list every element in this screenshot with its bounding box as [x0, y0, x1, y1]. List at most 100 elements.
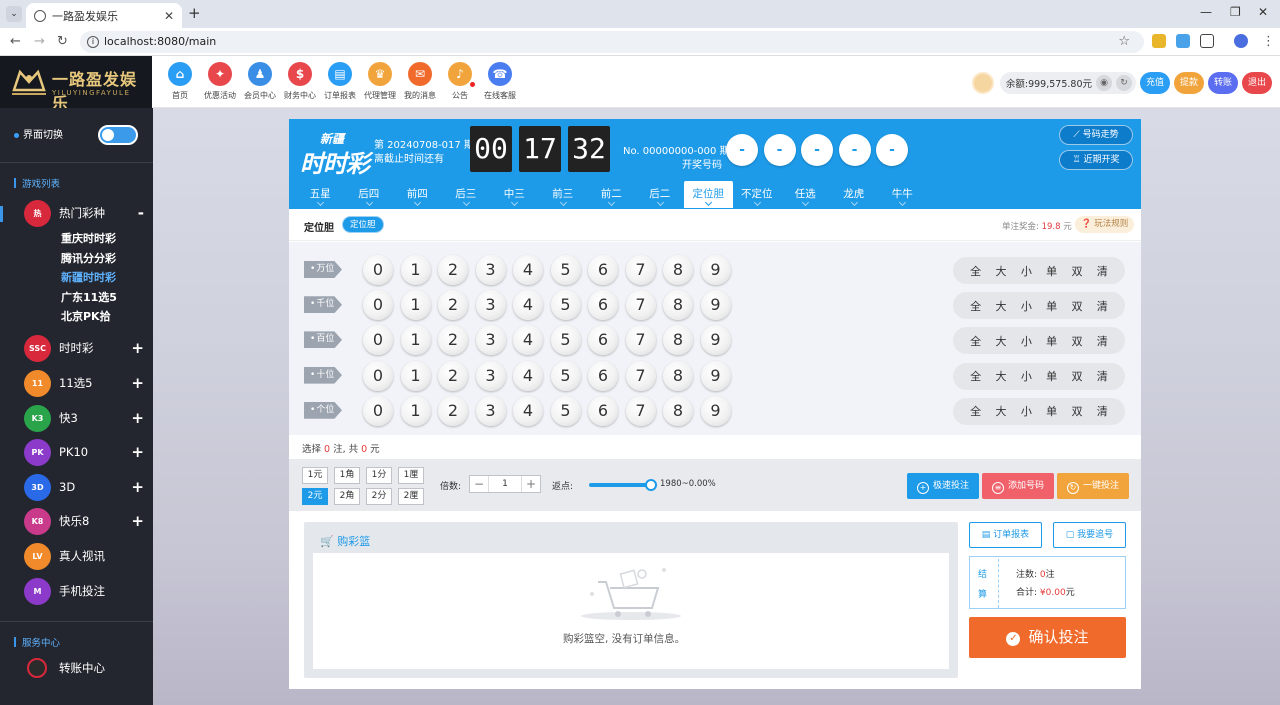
avatar[interactable]: [971, 72, 994, 94]
number-ball[interactable]: 3: [475, 360, 506, 391]
nav-item[interactable]: ✦ 优惠活动: [200, 62, 240, 106]
number-ball[interactable]: 3: [475, 255, 506, 285]
close-window-icon[interactable]: ✕: [1258, 5, 1268, 19]
quick-select-button[interactable]: 大: [995, 403, 1006, 419]
quick-select-button[interactable]: 单: [1046, 298, 1057, 314]
quick-select-button[interactable]: 大: [995, 333, 1006, 349]
play-tab[interactable]: 不定位: [733, 181, 782, 208]
number-ball[interactable]: 4: [513, 395, 543, 426]
number-ball[interactable]: 6: [588, 395, 618, 426]
number-ball[interactable]: 9: [700, 290, 731, 321]
bookmark-star-icon[interactable]: ☆: [1118, 31, 1130, 53]
number-ball[interactable]: 0: [363, 255, 393, 285]
number-ball[interactable]: 7: [625, 325, 656, 356]
number-ball[interactable]: 8: [663, 395, 693, 426]
reload-icon[interactable]: ↻: [57, 34, 68, 49]
rules-button[interactable]: ❓ 玩法规则: [1075, 216, 1135, 233]
expand-toggle[interactable]: +: [131, 339, 144, 357]
number-ball[interactable]: 5: [550, 290, 581, 321]
close-tab-icon[interactable]: ✕: [164, 9, 174, 23]
play-tab[interactable]: 五星: [296, 181, 345, 208]
quick-select-button[interactable]: 单: [1046, 333, 1057, 349]
quick-select-button[interactable]: 全: [970, 263, 981, 279]
unit-option[interactable]: 2厘: [398, 488, 424, 505]
tab-search-button[interactable]: ⌄: [6, 6, 22, 22]
extension-icon[interactable]: [1176, 34, 1190, 48]
number-ball[interactable]: 6: [588, 255, 618, 285]
number-ball[interactable]: 5: [550, 360, 581, 391]
forward-icon[interactable]: →: [34, 34, 45, 49]
sidebar-group[interactable]: 3D 3D +: [24, 473, 144, 501]
number-ball[interactable]: 3: [475, 290, 506, 321]
play-tab[interactable]: 牛牛: [878, 181, 927, 208]
sidebar-group[interactable]: LV 真人视讯: [24, 542, 144, 570]
url-field[interactable]: i localhost:8080/main ☆: [80, 31, 1144, 53]
nav-item[interactable]: ✉ 我的消息: [400, 62, 440, 106]
quick-select-button[interactable]: 小: [1021, 263, 1032, 279]
nav-item[interactable]: ♛ 代理管理: [360, 62, 400, 106]
quick-select-button[interactable]: 全: [970, 403, 981, 419]
eye-icon[interactable]: ◉: [1096, 75, 1112, 91]
number-ball[interactable]: 2: [438, 255, 468, 285]
expand-toggle[interactable]: +: [131, 409, 144, 427]
number-ball[interactable]: 1: [400, 360, 431, 391]
quick-select-button[interactable]: 清: [1097, 403, 1108, 419]
number-ball[interactable]: 5: [550, 325, 581, 356]
number-ball[interactable]: 7: [625, 395, 656, 426]
quick-select-button[interactable]: 全: [970, 368, 981, 384]
quick-select-button[interactable]: 双: [1071, 263, 1082, 279]
play-tab[interactable]: 前四: [393, 181, 442, 208]
unit-option[interactable]: 2元: [302, 488, 328, 505]
quick-select-button[interactable]: 大: [995, 298, 1006, 314]
multiplier-stepper[interactable]: − 1 +: [469, 475, 541, 493]
quick-select-button[interactable]: 双: [1071, 333, 1082, 349]
multiplier-value[interactable]: 1: [488, 476, 522, 492]
site-logo[interactable]: 一路盈发娱乐 YILUYINGFAYULE: [0, 56, 152, 113]
quick-select-button[interactable]: 清: [1097, 368, 1108, 384]
header-button[interactable]: 充值: [1140, 72, 1170, 94]
number-ball[interactable]: 1: [400, 255, 431, 285]
add-numbers-button[interactable]: ≡ 添加号码: [982, 473, 1054, 499]
play-tab[interactable]: 龙虎: [830, 181, 879, 208]
quick-select-button[interactable]: 双: [1071, 368, 1082, 384]
sidebar-item-transfer[interactable]: 转账中心: [24, 654, 144, 682]
trend-button[interactable]: ⟋ 号码走势: [1059, 125, 1133, 145]
restore-icon[interactable]: ❐: [1230, 5, 1241, 19]
number-ball[interactable]: 7: [625, 360, 656, 391]
play-tab[interactable]: 任选: [781, 181, 830, 208]
minus-button[interactable]: −: [470, 476, 488, 492]
number-ball[interactable]: 0: [363, 360, 393, 391]
number-ball[interactable]: 6: [588, 290, 618, 321]
extension-icon[interactable]: [1152, 34, 1166, 48]
nav-item[interactable]: ☎ 在线客服: [480, 62, 520, 106]
play-tab[interactable]: 后三: [442, 181, 491, 208]
interface-toggle[interactable]: [98, 125, 138, 145]
number-ball[interactable]: 5: [550, 255, 581, 285]
expand-toggle[interactable]: +: [131, 374, 144, 392]
sidebar-subitem[interactable]: 新疆时时彩: [61, 269, 116, 285]
play-tab[interactable]: 后二: [636, 181, 685, 208]
play-tab[interactable]: 前二: [587, 181, 636, 208]
expand-toggle[interactable]: -: [138, 204, 144, 222]
sub-play-pill[interactable]: 定位胆: [342, 216, 384, 233]
number-ball[interactable]: 4: [513, 290, 543, 321]
number-ball[interactable]: 9: [700, 255, 731, 285]
number-ball[interactable]: 2: [438, 360, 468, 391]
quick-select-button[interactable]: 全: [970, 333, 981, 349]
quick-select-button[interactable]: 小: [1021, 368, 1032, 384]
quick-select-button[interactable]: 全: [970, 298, 981, 314]
unit-option[interactable]: 1角: [334, 467, 360, 484]
quick-select-button[interactable]: 单: [1046, 263, 1057, 279]
recent-draws-button[interactable]: ♖ 近期开奖: [1059, 150, 1133, 170]
number-ball[interactable]: 8: [663, 360, 693, 391]
one-click-bet-button[interactable]: ↻ 一键投注: [1057, 473, 1129, 499]
header-button[interactable]: 提款: [1174, 72, 1204, 94]
number-ball[interactable]: 0: [363, 395, 393, 426]
sidebar-subitem[interactable]: 北京PK拾: [61, 308, 111, 324]
header-button[interactable]: 退出: [1242, 72, 1272, 94]
number-ball[interactable]: 4: [513, 360, 543, 391]
play-tab[interactable]: 后四: [345, 181, 394, 208]
quick-select-button[interactable]: 清: [1097, 298, 1108, 314]
slider-handle[interactable]: [645, 479, 657, 491]
quick-select-button[interactable]: 单: [1046, 403, 1057, 419]
